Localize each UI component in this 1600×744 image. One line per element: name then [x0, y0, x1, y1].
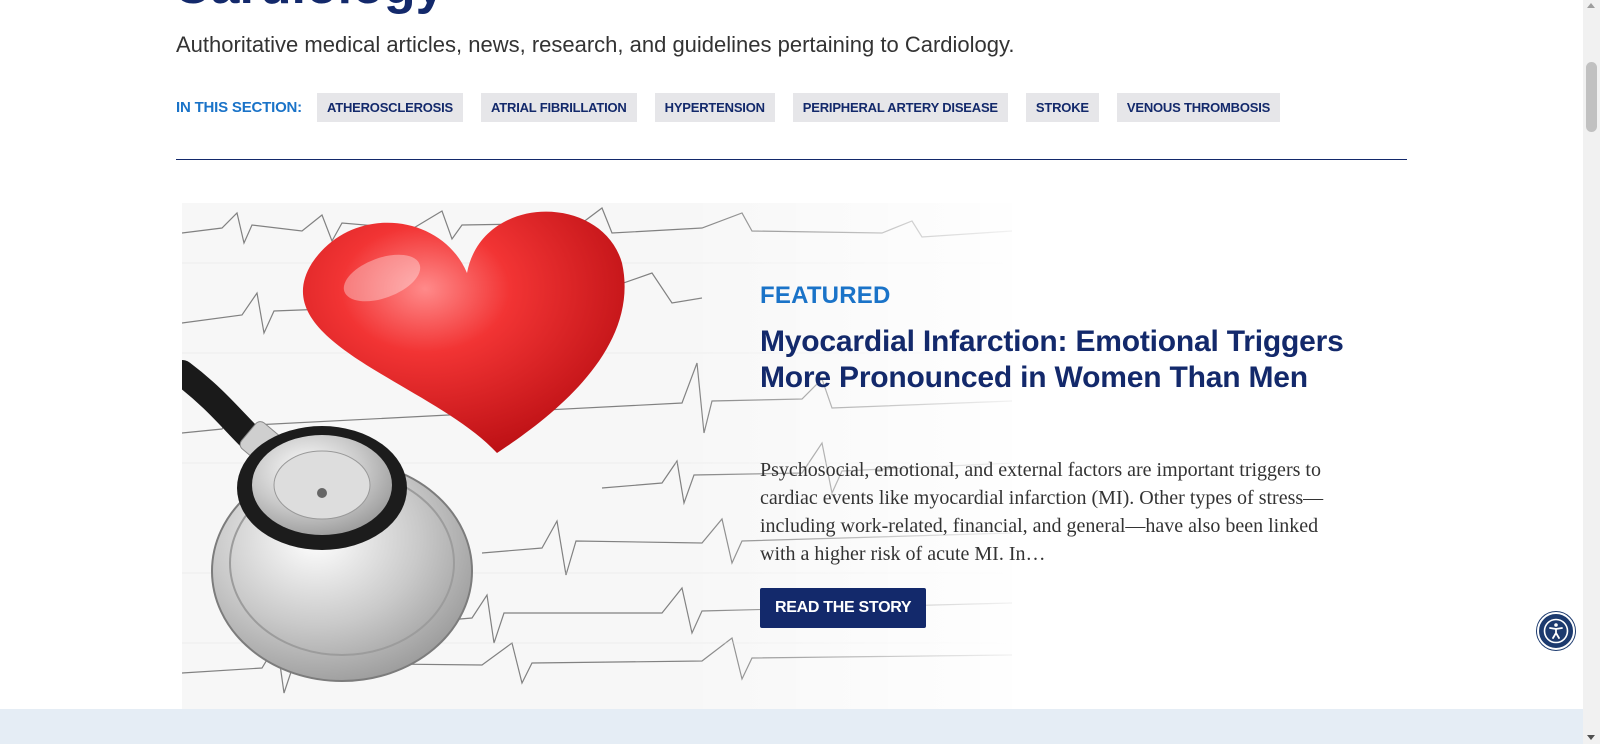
scrollbar[interactable]	[1583, 0, 1600, 744]
page-title: Cardiology	[173, 0, 445, 12]
page-subtitle: Authoritative medical articles, news, re…	[176, 32, 1015, 57]
scroll-up-arrow-icon[interactable]	[1587, 3, 1595, 8]
scrollbar-thumb[interactable]	[1586, 62, 1597, 132]
accessibility-icon	[1543, 618, 1569, 644]
tag-atrial-fibrillation[interactable]: ATRIAL FIBRILLATION	[481, 92, 637, 122]
read-the-story-button[interactable]: READ THE STORY	[760, 588, 927, 628]
footer-band	[0, 709, 1583, 744]
section-divider	[176, 159, 1407, 160]
featured-label: FEATURED	[760, 282, 891, 309]
tag-peripheral-artery-disease[interactable]: PERIPHERAL ARTERY DISEASE	[792, 92, 1008, 122]
tag-stroke[interactable]: STROKE	[1025, 92, 1099, 122]
accessibility-button[interactable]	[1537, 612, 1575, 650]
tag-venous-thrombosis[interactable]: VENOUS THROMBOSIS	[1116, 92, 1281, 122]
tag-hypertension[interactable]: HYPERTENSION	[654, 92, 775, 122]
tag-atherosclerosis[interactable]: ATHEROSCLEROSIS	[316, 92, 464, 122]
featured-article-title[interactable]: Myocardial Infarction: Emotional Trigger…	[760, 324, 1350, 396]
scroll-down-arrow-icon[interactable]	[1587, 735, 1595, 740]
featured-article-excerpt: Psychosocial, emotional, and external fa…	[760, 459, 1324, 565]
section-nav-label: IN THIS SECTION:	[176, 98, 302, 116]
section-nav: IN THIS SECTION: ATHEROSCLEROSIS ATRIAL …	[176, 92, 1298, 122]
